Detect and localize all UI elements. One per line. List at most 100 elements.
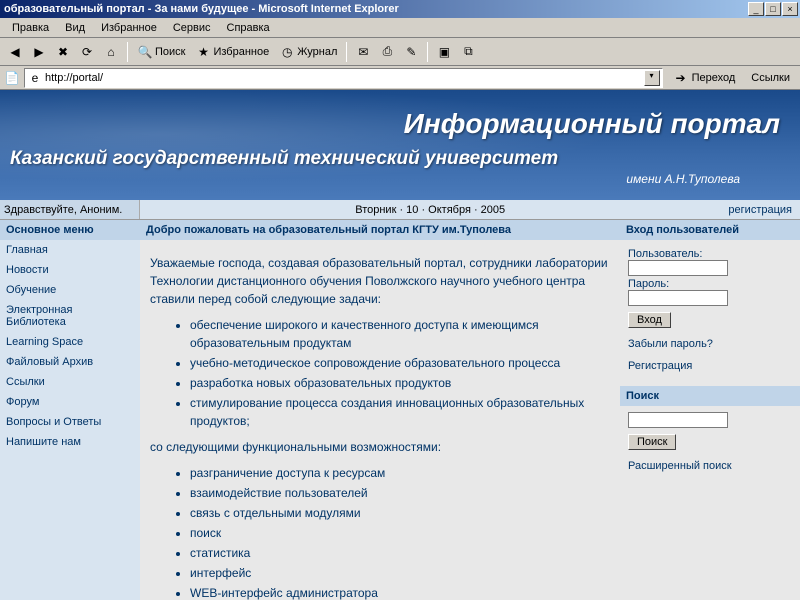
features-intro: со следующими функциональными возможност… (150, 438, 610, 456)
clock-icon: ◷ (279, 44, 295, 60)
menu-edit[interactable]: Правка (4, 20, 57, 36)
site-banner: Информационный портал Казанский государс… (0, 90, 800, 200)
list-item: учебно-методическое сопровождение образо… (190, 354, 610, 372)
sidebar-item-links[interactable]: Ссылки (0, 372, 140, 392)
banner-title: Информационный портал (404, 108, 780, 140)
edit-button[interactable]: ✎ (400, 41, 422, 63)
main-layout: Основное меню Главная Новости Обучение Э… (0, 220, 800, 600)
login-header: Вход пользователей (620, 220, 800, 240)
article-intro: Уважаемые господа, создавая образователь… (150, 254, 610, 308)
extra-button-1[interactable]: ▣ (433, 41, 455, 63)
go-icon: ➔ (673, 70, 689, 86)
address-dropdown[interactable]: ▾ (644, 70, 660, 86)
date-text: Вторник · 10 · Октября · 2005 (140, 204, 720, 216)
list-item: интерфейс (190, 564, 610, 582)
msn-icon: ⧉ (460, 44, 476, 60)
list-item: взаимодействие пользователей (190, 484, 610, 502)
banner-subtitle: Казанский государственный технический ун… (10, 148, 558, 170)
refresh-icon: ⟳ (79, 44, 95, 60)
list-item: статистика (190, 544, 610, 562)
edit-icon: ✎ (403, 44, 419, 60)
search-header: Поиск (620, 386, 800, 406)
sidebar-item-learning-space[interactable]: Learning Space (0, 332, 140, 352)
banner-named-after: имени А.Н.Туполева (626, 172, 740, 186)
list-item: поиск (190, 524, 610, 542)
forgot-password-link[interactable]: Забыли пароль? (628, 338, 792, 350)
address-field-wrapper: e ▾ (24, 68, 663, 88)
list-item: WEB-интерфейс администратора (190, 584, 610, 600)
maximize-button[interactable]: □ (765, 2, 781, 16)
home-button[interactable]: ⌂ (100, 41, 122, 63)
search-input[interactable] (628, 412, 728, 428)
links-label[interactable]: Ссылки (745, 70, 796, 86)
browser-content: Информационный портал Казанский государс… (0, 90, 800, 600)
back-button[interactable]: ◀ (4, 41, 26, 63)
sidebar-item-forum[interactable]: Форум (0, 392, 140, 412)
minimize-button[interactable]: _ (748, 2, 764, 16)
search-button[interactable]: 🔍Поиск (133, 41, 189, 63)
main-article: Добро пожаловать на образовательный порт… (140, 220, 620, 600)
sidebar-item-faq[interactable]: Вопросы и Ответы (0, 412, 140, 432)
window-controls: _ □ × (748, 2, 798, 16)
toolbar-separator (427, 42, 428, 62)
username-input[interactable] (628, 260, 728, 276)
extra-button-2[interactable]: ⧉ (457, 41, 479, 63)
user-label: Пользователь: (628, 248, 792, 260)
list-item: разработка новых образовательных продукт… (190, 374, 610, 392)
sidebar-item-library[interactable]: Электронная Библиотека (0, 300, 140, 332)
back-icon: ◀ (7, 44, 23, 60)
history-button[interactable]: ◷Журнал (275, 41, 341, 63)
register-link[interactable]: регистрация (720, 204, 800, 216)
toolbar-separator (127, 42, 128, 62)
sidebar-item-contact[interactable]: Напишите нам (0, 432, 140, 452)
login-button[interactable]: Вход (628, 312, 671, 328)
sidebar-item-learning[interactable]: Обучение (0, 280, 140, 300)
sidebar-item-news[interactable]: Новости (0, 260, 140, 280)
book-icon: ▣ (436, 44, 452, 60)
refresh-button[interactable]: ⟳ (76, 41, 98, 63)
ie-icon: e (27, 70, 43, 86)
list-item: разграничение доступа к ресурсам (190, 464, 610, 482)
mail-icon: ✉ (355, 44, 371, 60)
print-button[interactable]: ⎙ (376, 41, 398, 63)
sidebar-item-home[interactable]: Главная (0, 240, 140, 260)
stop-icon: ✖ (55, 44, 71, 60)
journal-label: Журнал (297, 46, 337, 58)
toolbar-separator (346, 42, 347, 62)
forward-button[interactable]: ▶ (28, 41, 50, 63)
page-icon: 📄 (4, 70, 20, 86)
search-form: Поиск Расширенный поиск (620, 406, 800, 478)
pass-label: Пароль: (628, 278, 792, 290)
list-item: стимулирование процесса создания инновац… (190, 394, 610, 430)
password-input[interactable] (628, 290, 728, 306)
window-titlebar: образовательный портал - За нами будущее… (0, 0, 800, 18)
sidebar: Основное меню Главная Новости Обучение Э… (0, 220, 140, 600)
search-icon: 🔍 (137, 44, 153, 60)
tasks-list: обеспечение широкого и качественного дос… (190, 316, 610, 430)
close-button[interactable]: × (782, 2, 798, 16)
address-input[interactable] (43, 72, 644, 84)
search-label: Поиск (155, 46, 185, 58)
menu-view[interactable]: Вид (57, 20, 93, 36)
window-title: образовательный портал - За нами будущее… (2, 3, 748, 15)
greeting-text: Здравствуйте, Аноним. (0, 200, 140, 219)
menu-favorites[interactable]: Избранное (93, 20, 165, 36)
right-column: Вход пользователей Пользователь: Пароль:… (620, 220, 800, 600)
login-form: Пользователь: Пароль: Вход Забыли пароль… (620, 240, 800, 378)
print-icon: ⎙ (379, 44, 395, 60)
go-label: Переход (692, 72, 736, 84)
addressbar: 📄 e ▾ ➔Переход Ссылки (0, 66, 800, 90)
menu-tools[interactable]: Сервис (165, 20, 219, 36)
advanced-search-link[interactable]: Расширенный поиск (628, 460, 792, 472)
go-button[interactable]: ➔Переход (667, 68, 742, 88)
search-button[interactable]: Поиск (628, 434, 676, 450)
toolbar: ◀ ▶ ✖ ⟳ ⌂ 🔍Поиск ★Избранное ◷Журнал ✉ ⎙ … (0, 38, 800, 66)
stop-button[interactable]: ✖ (52, 41, 74, 63)
registration-link[interactable]: Регистрация (628, 360, 792, 372)
menu-help[interactable]: Справка (219, 20, 278, 36)
sidebar-header: Основное меню (0, 220, 140, 240)
mail-button[interactable]: ✉ (352, 41, 374, 63)
sidebar-item-file-archive[interactable]: Файловый Архив (0, 352, 140, 372)
favorites-button[interactable]: ★Избранное (191, 41, 273, 63)
home-icon: ⌂ (103, 44, 119, 60)
